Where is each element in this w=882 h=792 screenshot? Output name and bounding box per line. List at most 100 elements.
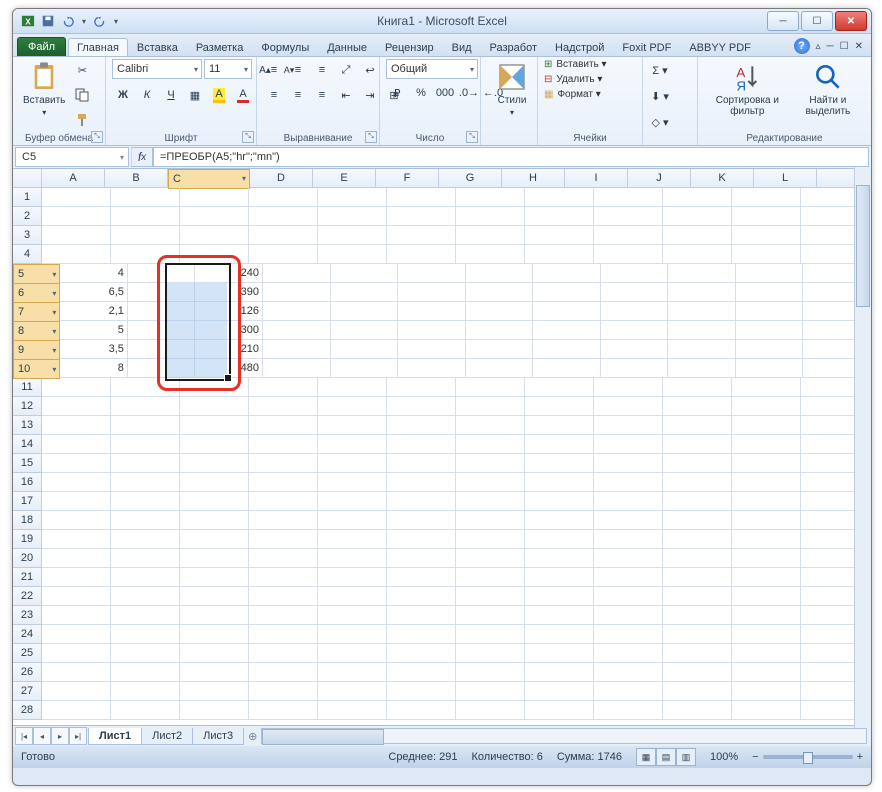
cell[interactable] (594, 397, 663, 416)
cell[interactable] (601, 340, 669, 359)
cell[interactable] (318, 454, 387, 473)
cell[interactable] (732, 663, 801, 682)
cell[interactable] (263, 340, 331, 359)
cell[interactable] (456, 549, 525, 568)
cell[interactable] (387, 473, 456, 492)
cell[interactable] (263, 359, 331, 378)
cell[interactable] (398, 283, 466, 302)
cell[interactable] (331, 321, 399, 340)
cell[interactable] (42, 397, 111, 416)
cell[interactable] (387, 492, 456, 511)
row-header[interactable]: 21 (13, 568, 42, 587)
cell[interactable] (249, 701, 318, 720)
cell[interactable] (525, 188, 594, 207)
cell[interactable] (263, 264, 331, 283)
cell[interactable] (456, 587, 525, 606)
cell[interactable] (318, 435, 387, 454)
cell[interactable] (42, 226, 111, 245)
cell[interactable] (663, 587, 732, 606)
cell[interactable] (318, 245, 387, 264)
cell[interactable] (249, 473, 318, 492)
cell[interactable] (331, 264, 399, 283)
cell[interactable] (318, 663, 387, 682)
font-size-select[interactable]: 11 (204, 59, 252, 79)
row-header[interactable]: 22 (13, 587, 42, 606)
cell[interactable] (398, 302, 466, 321)
cell[interactable] (663, 245, 732, 264)
cell[interactable] (42, 587, 111, 606)
cell[interactable]: 3,5 (60, 340, 128, 359)
cell[interactable] (601, 283, 669, 302)
cell[interactable] (594, 549, 663, 568)
align-left-icon[interactable]: ≡ (263, 84, 285, 106)
cell[interactable] (594, 606, 663, 625)
cell[interactable] (732, 568, 801, 587)
cell[interactable] (42, 701, 111, 720)
cell[interactable] (42, 188, 111, 207)
cell[interactable] (736, 321, 804, 340)
cell[interactable] (533, 340, 601, 359)
cell[interactable] (594, 492, 663, 511)
cell[interactable] (668, 359, 736, 378)
cell[interactable] (594, 530, 663, 549)
cell[interactable] (466, 264, 534, 283)
cell[interactable] (663, 530, 732, 549)
cell[interactable] (249, 207, 318, 226)
cell[interactable] (42, 435, 111, 454)
row-header[interactable]: 24 (13, 625, 42, 644)
cell[interactable] (456, 492, 525, 511)
cell[interactable] (42, 473, 111, 492)
column-header[interactable]: H (502, 169, 565, 187)
row-header[interactable]: 16 (13, 473, 42, 492)
cell[interactable] (533, 359, 601, 378)
help-icon[interactable]: ? (794, 38, 810, 54)
cell[interactable] (249, 511, 318, 530)
cell[interactable] (456, 378, 525, 397)
cell[interactable] (318, 625, 387, 644)
cell[interactable] (525, 568, 594, 587)
cell[interactable] (249, 644, 318, 663)
cell[interactable] (111, 245, 180, 264)
cell[interactable] (111, 587, 180, 606)
cell[interactable] (111, 492, 180, 511)
cell[interactable] (398, 264, 466, 283)
cell[interactable] (594, 454, 663, 473)
align-middle-icon[interactable]: ≡ (287, 59, 309, 81)
cell[interactable] (594, 511, 663, 530)
tab-рецензир[interactable]: Рецензир (376, 38, 443, 56)
redo-icon[interactable] (91, 12, 109, 30)
tab-abbyy pdf[interactable]: ABBYY PDF (680, 38, 760, 56)
cell[interactable] (525, 549, 594, 568)
cell[interactable] (736, 264, 804, 283)
cell[interactable] (663, 397, 732, 416)
cell[interactable]: 480 (195, 359, 263, 378)
column-header[interactable]: I (565, 169, 628, 187)
row-header[interactable]: 11 (13, 378, 42, 397)
currency-icon[interactable]: ₽ (386, 82, 408, 104)
cell[interactable] (456, 435, 525, 454)
cell[interactable] (180, 701, 249, 720)
cell[interactable] (42, 549, 111, 568)
cell[interactable] (456, 397, 525, 416)
number-format-select[interactable]: Общий (386, 59, 478, 79)
cell[interactable] (318, 549, 387, 568)
cell[interactable] (180, 454, 249, 473)
decrease-indent-icon[interactable]: ⇤ (335, 84, 357, 106)
cell[interactable] (525, 473, 594, 492)
row-header[interactable]: 9 (13, 340, 60, 360)
cell[interactable] (533, 302, 601, 321)
cell[interactable] (318, 701, 387, 720)
cell[interactable] (525, 644, 594, 663)
cell[interactable] (331, 359, 399, 378)
cell[interactable] (387, 245, 456, 264)
cell[interactable] (594, 226, 663, 245)
doc-close-icon[interactable]: ✕ (855, 41, 863, 52)
cell[interactable] (180, 435, 249, 454)
cell[interactable] (42, 625, 111, 644)
cell[interactable] (533, 321, 601, 340)
cell[interactable] (42, 378, 111, 397)
cell[interactable] (525, 625, 594, 644)
cell[interactable] (732, 625, 801, 644)
sheet-tab[interactable]: Лист2 (141, 728, 193, 745)
cell[interactable] (42, 454, 111, 473)
